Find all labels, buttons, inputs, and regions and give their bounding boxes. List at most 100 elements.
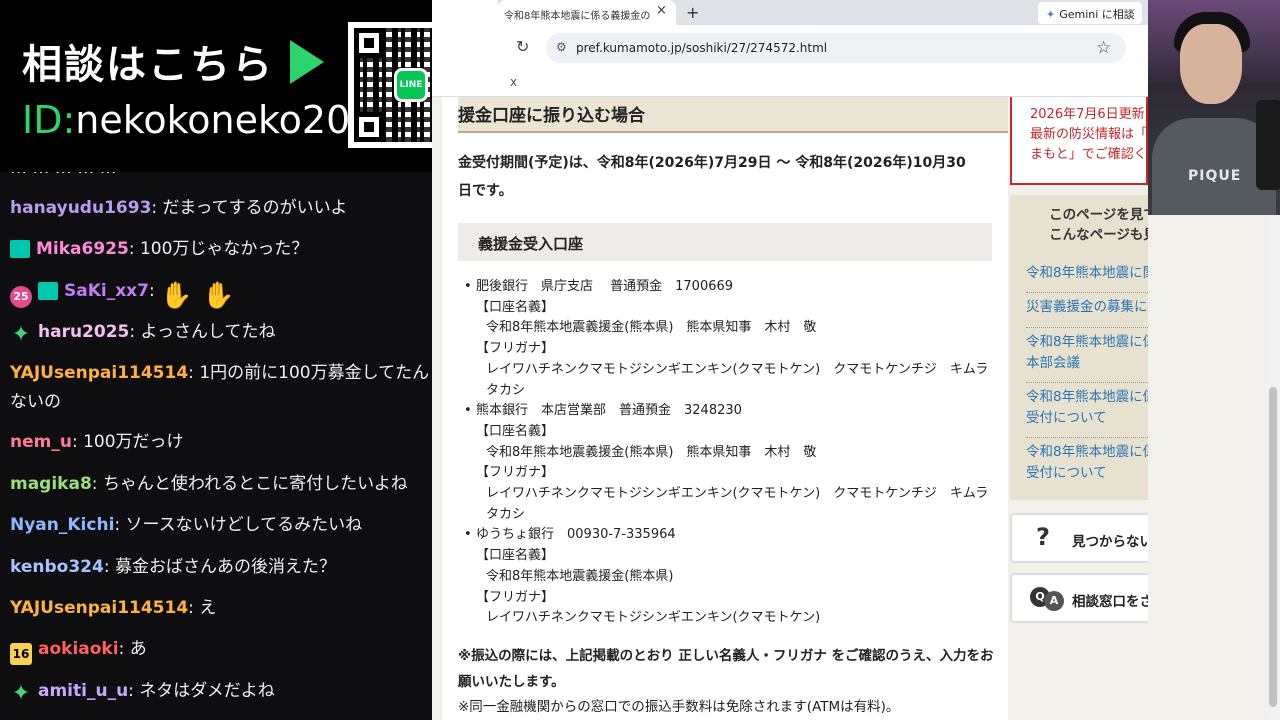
chat-partial-row: … … … … … xyxy=(10,172,117,178)
chat-message: Mika6925: 100万じゃなかった？ xyxy=(10,237,432,261)
disaster-alert-box[interactable]: 2026年7月6日更新 最新の防災情報は「 まもと」でご確認く xyxy=(1010,97,1148,185)
main-column: 援金口座に振り込む場合 金受付期間(予定)は、令和8年(2026年)7月29日 … xyxy=(442,97,1008,720)
page-strip: x xyxy=(432,71,1148,97)
reload-icon[interactable]: ↻ xyxy=(516,37,529,56)
url-text: pref.kumamoto.jp/soshiki/27/274572.html xyxy=(576,41,828,55)
sparkle-badge-icon: ✦ xyxy=(11,681,31,706)
list-item: ゆうちょ銀行 00930-7-335964 xyxy=(464,525,992,546)
bookmark-star-icon[interactable]: ☆ xyxy=(1096,38,1111,58)
section-heading: 援金口座に振り込む場合 xyxy=(458,97,1008,133)
chat-message: 25 SaKi_xx7: ✋ ✋ xyxy=(10,279,432,311)
chat-username[interactable]: Nyan_Kichi xyxy=(10,515,114,535)
chat-message: ✦ haru2025: よっさんしてたね xyxy=(11,322,276,347)
banner-line-id: ID:nekokoneko2018 xyxy=(22,98,399,142)
chat-message: kenbo324: 募金おばさんあの後消えた？ xyxy=(10,557,336,577)
site-info-icon[interactable]: ⚙ xyxy=(556,40,567,54)
gemini-spark-icon: ✦ xyxy=(1046,8,1056,21)
chat-text: ソースないけどしてるみたいね xyxy=(125,515,363,535)
address-bar[interactable]: ⚙ pref.kumamoto.jp/soshiki/27/274572.htm… xyxy=(546,33,1126,63)
chat-text: 1円の前に100万募金してたんじゃ xyxy=(199,363,432,383)
gemini-button[interactable]: ✦ Gemini に相談 xyxy=(1038,2,1142,24)
chat-username[interactable]: nem_u xyxy=(10,432,72,452)
play-arrow-icon xyxy=(290,40,324,84)
chat-message: Nyan_Kichi: ソースないけどしてるみたいね xyxy=(10,515,363,535)
chat-text: 100万だっけ xyxy=(83,432,184,452)
chat-message: 16 aokiaoki: あ xyxy=(10,637,432,665)
period-text-2: 日です。 xyxy=(458,183,513,199)
close-icon[interactable]: × xyxy=(656,3,667,18)
chat-text: よっさんしてたね xyxy=(140,322,276,342)
related-pages: このページを見ている人は こんなページも見ています 令和8年熊本地震に関する情報… xyxy=(1010,195,1148,500)
streamer-face xyxy=(1180,24,1242,104)
chat-text: 募金おばさんあの後消えた？ xyxy=(114,557,336,577)
browser-window: 令和8年熊本地震に係る義援金の × + ✦ Gemini に相談 ↻ ⚙ pref… xyxy=(432,0,1148,720)
new-tab-icon[interactable]: + xyxy=(686,3,699,22)
list-item: 肥後銀行 県庁支店 普通預金 1700669 xyxy=(464,277,992,298)
related-link[interactable]: 災害義援金の募集について xyxy=(1026,297,1148,318)
chat-text: ネタはダメだよね xyxy=(139,681,275,701)
chat-username[interactable]: YAJUsenpai114514 xyxy=(10,598,188,618)
chat-message: nem_u: 100万だっけ xyxy=(10,432,184,452)
qr-finder-icon xyxy=(354,112,384,142)
consultation-banner: 相談はこちら ID:nekokoneko2018 LINE xyxy=(0,0,498,172)
shirt-logo: PIQUE xyxy=(1188,168,1242,184)
related-link[interactable]: 令和8年熊本地震に係る災害対策本部会議 xyxy=(1026,332,1148,374)
tab-bar: 令和8年熊本地震に係る義援金の × + ✦ Gemini に相談 xyxy=(498,0,1148,25)
question-icon: ? xyxy=(1036,523,1050,551)
bank-list: 肥後銀行 県庁支店 普通預金 1700669 【口座名義】 令和8年熊本地震義援… xyxy=(464,277,992,629)
chat-text: 100万じゃなかった？ xyxy=(139,239,309,259)
banner-title: 相談はこちら xyxy=(22,42,274,88)
note-2: ※同一金融機関からの窓口での振込手数料は免除されます(ATMは有料)。 xyxy=(458,699,900,715)
tab-title: 令和8年熊本地震に係る義援金の xyxy=(504,11,651,22)
chat-username[interactable]: magika8 xyxy=(10,474,92,494)
account-heading: 義援金受入口座 xyxy=(458,223,992,261)
gift-icon xyxy=(10,240,30,258)
chat-username[interactable]: aokiaoki xyxy=(38,639,119,659)
chat-message: YAJUsenpai114514: え xyxy=(10,598,217,618)
related-link[interactable]: 令和8年熊本地震に係る義援金の受付について xyxy=(1026,387,1148,429)
help-button[interactable]: ? 見つからないときは xyxy=(1010,513,1148,563)
emote-icon[interactable]: ✋ xyxy=(160,281,192,311)
chat-username[interactable]: haru2025 xyxy=(38,322,129,342)
chat-username[interactable]: SaKi_xx7 xyxy=(64,281,149,301)
related-link[interactable]: 令和8年熊本地震に係る寄附金の受付について xyxy=(1026,442,1148,484)
qa-icon: Q A xyxy=(1030,587,1064,611)
line-logo-icon: LINE xyxy=(394,68,428,102)
chat-text: ちゃんと使われるとこに寄付したいよね xyxy=(102,474,408,494)
chat-message: magika8: ちゃんと使われるとこに寄付したいよね xyxy=(10,474,408,494)
webcam-overlay: PIQUE xyxy=(1148,0,1280,215)
tab-kumamoto[interactable]: 令和8年熊本地震に係る義援金の × xyxy=(498,0,676,25)
gift-icon xyxy=(38,282,58,300)
qr-finder-icon xyxy=(354,28,384,58)
emote-icon[interactable]: ✋ xyxy=(202,281,234,311)
page-content: 援金口座に振り込む場合 金受付期間(予定)は、令和8年(2026年)7月29日 … xyxy=(432,97,1148,720)
chat-username[interactable]: kenbo324 xyxy=(10,557,104,577)
chat-username[interactable]: YAJUsenpai114514 xyxy=(10,363,188,383)
chat-text: あ xyxy=(129,639,147,659)
sidebar: 2026年7月6日更新 最新の防災情報は「 まもと」でご確認く このページを見て… xyxy=(1010,97,1148,720)
chat-username[interactable]: Mika6925 xyxy=(36,239,129,259)
sub-months-badge: 25 xyxy=(10,286,32,308)
browser-toolbar: ↻ ⚙ pref.kumamoto.jp/soshiki/27/274572.h… xyxy=(498,25,1148,71)
related-heading: このページを見ている人は こんなページも見ています xyxy=(1049,207,1148,243)
related-link[interactable]: 令和8年熊本地震に関する情報 xyxy=(1026,263,1148,284)
chat-message: ✦ amiti_u_u: ネタはダメだよね xyxy=(11,681,275,706)
chat-text-continued: ないの xyxy=(10,392,61,412)
stream-layout: 相談はこちら ID:nekokoneko2018 LINE … … … … … … xyxy=(0,0,1280,720)
sparkle-badge-icon: ✦ xyxy=(11,322,31,347)
consult-button[interactable]: Q A 相談窓口をさがす xyxy=(1010,573,1148,623)
list-item: 熊本銀行 本店営業部 普通預金 3248230 xyxy=(464,401,992,422)
strip-close-icon[interactable]: x xyxy=(510,75,517,89)
chat-message: hanayudu1693: だまってするのがいいよ xyxy=(10,198,348,218)
chat-panel[interactable]: … … … … … hanayudu1693: だまってするのがいいよ Mika6… xyxy=(0,172,432,720)
chat-username[interactable]: amiti_u_u xyxy=(38,681,128,701)
chat-username[interactable]: hanayudu1693 xyxy=(10,198,151,218)
chat-message: YAJUsenpai114514: 1円の前に100万募金してたんじゃ xyxy=(10,361,432,385)
period-text-1: 金受付期間(予定)は、令和8年(2026年)7月29日 〜 令和8年(2026年… xyxy=(458,155,966,171)
note-1-line-2: 願いいたします。 xyxy=(458,674,565,690)
scroll-thumb[interactable] xyxy=(1269,387,1277,707)
chat-text: え xyxy=(199,598,217,618)
note-1-line-1: ※振込の際には、上記掲載のとおり 正しい名義人・フリガナ をご確認のうえ、入力を… xyxy=(458,648,994,664)
chat-text: だまってするのがいいよ xyxy=(162,198,348,218)
microphone xyxy=(1256,100,1280,190)
